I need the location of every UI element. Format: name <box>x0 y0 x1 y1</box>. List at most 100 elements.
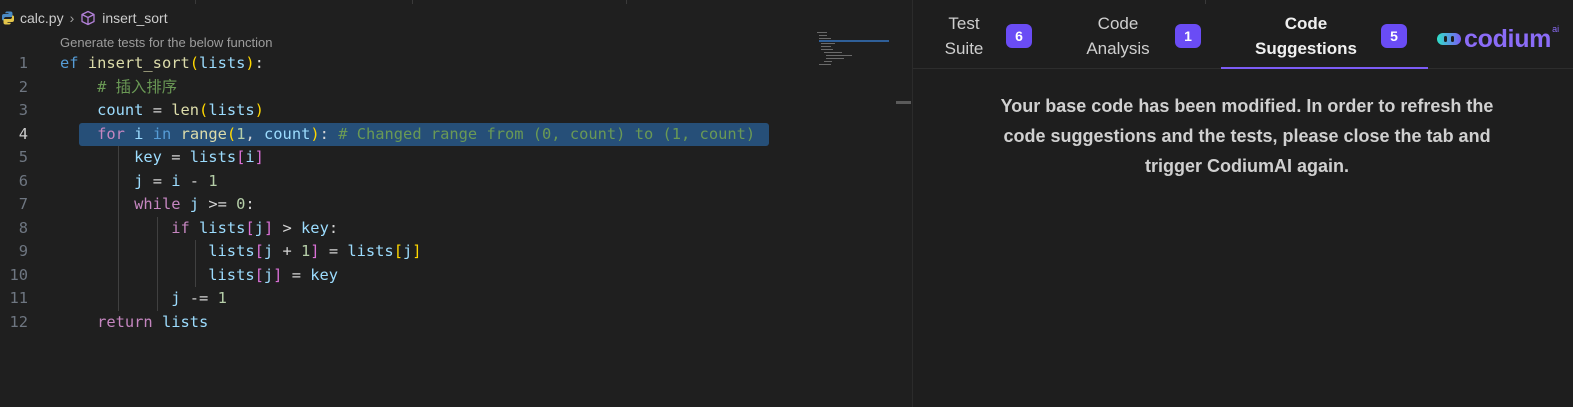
code-token: ] <box>412 242 422 260</box>
code-token: ( <box>199 101 209 119</box>
code-line[interactable]: 1 ef insert_sort(lists): <box>0 52 811 76</box>
line-source[interactable]: lists[j + 1] = lists[j] <box>60 240 422 264</box>
code-token: -= <box>180 289 218 307</box>
code-token: j <box>263 242 274 260</box>
line-number: 10 <box>9 265 28 284</box>
line-source[interactable]: count = len(lists) <box>60 99 264 123</box>
code-line[interactable]: 4 for i in range(1, count): # Changed ra… <box>0 122 811 147</box>
code-token: count <box>97 101 144 119</box>
line-number: 5 <box>18 148 28 166</box>
line-number: 3 <box>18 101 28 119</box>
code-line[interactable]: 2 # 插入排序 <box>0 76 811 100</box>
line-source[interactable]: # 插入排序 <box>60 76 177 100</box>
chevron-right-icon: › <box>69 10 75 26</box>
code-token: [ <box>393 242 403 260</box>
logo-wordmark: codium <box>1464 24 1552 53</box>
code-line[interactable]: 9 lists[j + 1] = lists[j] <box>0 240 811 264</box>
code-token: ) <box>254 101 264 119</box>
line-source[interactable]: for i in range(1, count): # Changed rang… <box>60 123 755 147</box>
line-source[interactable]: while j >= 0: <box>60 193 255 217</box>
code-token: 1 <box>217 289 227 307</box>
code-token: lists <box>208 242 255 260</box>
code-token: ( <box>226 124 237 143</box>
line-source[interactable]: if lists[j] > key: <box>60 217 338 241</box>
code-token: ef <box>60 54 88 72</box>
tab-count-badge: 5 <box>1381 24 1407 48</box>
code-editor[interactable]: calc.py › insert_sort Generate tests for… <box>0 0 911 407</box>
status-message: Your base code has been modified. In ord… <box>1000 96 1494 176</box>
code-token: if <box>171 218 190 237</box>
line-number: 12 <box>9 312 28 331</box>
tab-code-analysis[interactable]: Code Analysis 1 <box>1068 0 1208 69</box>
code-line[interactable]: 12 return lists <box>0 311 811 335</box>
line-source[interactable]: j -= 1 <box>60 287 227 311</box>
codium-logo-icon <box>1437 33 1461 45</box>
code-line[interactable]: 7 while j >= 0: <box>0 193 811 217</box>
code-token: j <box>189 195 200 213</box>
line-source[interactable]: key = lists[i] <box>60 146 264 170</box>
code-line[interactable]: 10 lists[j] = key <box>0 263 811 288</box>
codelens-generate-tests[interactable]: Generate tests for the below function <box>60 35 272 50</box>
line-source[interactable]: lists[j] = key <box>60 264 338 288</box>
code-token: key <box>134 148 162 166</box>
breadcrumb-symbol[interactable]: insert_sort <box>102 10 167 26</box>
code-token: ] <box>254 148 264 166</box>
code-token: key <box>310 265 339 284</box>
code-token: [ <box>236 148 246 166</box>
line-source[interactable]: j = i - 1 <box>60 170 217 194</box>
minimap[interactable] <box>815 30 895 70</box>
panel-tabs: Test Suite 6 Code Analysis 1 Code Sugges… <box>913 0 1573 69</box>
tab-test-suite[interactable]: Test Suite 6 <box>913 0 1048 69</box>
code-token: range <box>180 124 227 143</box>
code-token: ) <box>310 124 320 143</box>
code-line[interactable]: 5 key = lists[i] <box>0 146 811 170</box>
line-source[interactable]: return lists <box>60 311 208 335</box>
tab-code-suggestions[interactable]: Code Suggestions 5 <box>1221 0 1428 69</box>
code-token: len <box>171 101 200 119</box>
code-line[interactable]: 3 count = len(lists) <box>0 99 811 123</box>
code-token: i <box>245 148 255 166</box>
tab-label-line1: Code <box>1284 14 1328 33</box>
python-file-icon <box>2 11 14 25</box>
code-token: ] <box>310 242 320 260</box>
code-token: while <box>134 195 181 213</box>
line-number: 1 <box>18 54 28 72</box>
code-token: 1 <box>300 242 311 260</box>
code-token: [ <box>245 218 255 237</box>
code-token: + <box>273 242 301 260</box>
code-token: j <box>402 242 413 260</box>
active-tab-indicator <box>1221 67 1428 69</box>
tab-label-line1: Code <box>1097 14 1139 33</box>
code-token: ) <box>245 54 255 72</box>
code-token: i <box>171 171 181 190</box>
code-line[interactable]: 6 j = i - 1 <box>0 169 811 194</box>
code-line[interactable]: 11 j -= 1 <box>0 287 811 311</box>
code-token: in <box>152 124 172 143</box>
code-token: lists <box>208 101 255 119</box>
overview-ruler-marker <box>896 101 911 104</box>
tab-label-line2: Suggestions <box>1254 39 1357 58</box>
code-token: : <box>245 195 255 213</box>
tab-label-line1: Test <box>948 14 980 33</box>
code-line[interactable]: 8 if lists[j] > key: <box>0 216 811 241</box>
breadcrumb-file[interactable]: calc.py <box>20 10 64 26</box>
line-number: 4 <box>18 124 28 143</box>
code-lines[interactable]: 1 ef insert_sort(lists): 2 # 插入排序 3 count =… <box>0 52 811 334</box>
code-token: = <box>143 101 172 119</box>
code-token: insert_sort <box>87 54 190 72</box>
tab-label-line2: Analysis <box>1086 39 1150 58</box>
line-source[interactable]: ef insert_sort(lists): <box>60 52 264 76</box>
code-token: = <box>319 242 348 260</box>
